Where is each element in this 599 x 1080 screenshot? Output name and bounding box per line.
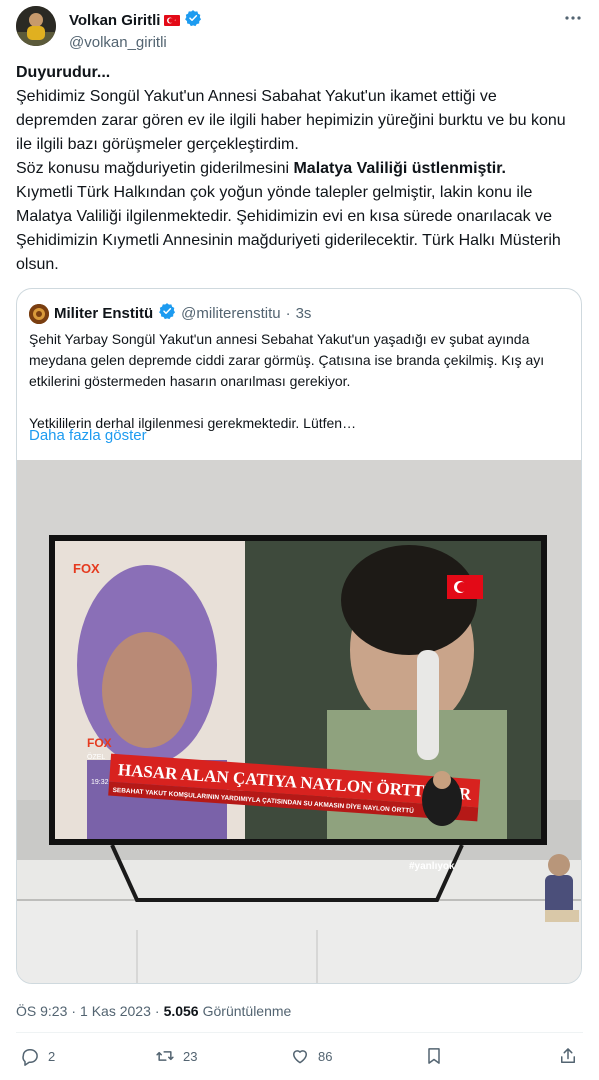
- heart-icon: [293, 1050, 307, 1064]
- separator-dot: ·: [285, 305, 291, 322]
- author-handle[interactable]: @volkan_giritli: [69, 33, 202, 53]
- reply-button[interactable]: 2: [20, 1046, 55, 1066]
- view-count: 5.056: [163, 1003, 199, 1019]
- tweet-paragraph: Şehidimiz Songül Yakut'un Annesi Sabahat…: [16, 88, 566, 153]
- tweet-time[interactable]: ÖS 9:23: [16, 1001, 67, 1021]
- like-button[interactable]: 86: [290, 1046, 332, 1066]
- reply-count: 2: [48, 1048, 56, 1064]
- quoted-paragraph: Şehit Yarbay Songül Yakut'un annesi Seba…: [29, 331, 545, 389]
- tweet-paragraph-heading: Duyurudur...: [16, 64, 111, 81]
- quoted-tweet[interactable]: Militer Enstitü @militerenstitu · 3s Şeh…: [16, 288, 582, 984]
- separator-dot: ·: [154, 1003, 160, 1019]
- like-count: 86: [318, 1048, 333, 1064]
- verified-badge-icon: [184, 9, 202, 32]
- tv-channel-logo: FOX: [73, 561, 100, 576]
- quoted-time: 3s: [295, 305, 312, 322]
- show-more-link[interactable]: Daha fazla göster: [29, 426, 147, 446]
- quoted-tweet-text: Şehit Yarbay Songül Yakut'un annesi Seba…: [29, 329, 569, 434]
- quoted-author-avatar: [29, 304, 49, 324]
- tweet-text-span: Söz konusu mağduriyetin giderilmesini: [16, 160, 294, 177]
- tweet-text-bold: Malatya Valiliği üstlenmiştir.: [293, 160, 506, 177]
- turkey-flag-icon: [164, 15, 181, 26]
- tweet-paragraph: Söz konusu mağduriyetin giderilmesini Ma…: [16, 157, 576, 181]
- retweet-count: 23: [183, 1048, 198, 1064]
- author-avatar[interactable]: [16, 6, 56, 46]
- tweet-actions: 2 23 86: [0, 1046, 599, 1074]
- bookmark-button[interactable]: [424, 1046, 444, 1066]
- quoted-tweet-header: Militer Enstitü @militerenstitu · 3s: [29, 302, 311, 326]
- verified-badge-icon: [158, 302, 176, 326]
- separator-dot: ·: [71, 1003, 77, 1019]
- retweet-button[interactable]: 23: [155, 1046, 197, 1066]
- tv-channel-logo-small: FOX: [87, 736, 112, 750]
- quoted-author-name: Militer Enstitü: [54, 305, 154, 322]
- bookmark-icon: [428, 1048, 440, 1064]
- share-icon: [561, 1048, 575, 1063]
- tv-tag: ÖZEL: [87, 753, 105, 761]
- more-options-icon[interactable]: [563, 8, 583, 28]
- author-block: Volkan Giritli @volkan_giritli: [69, 9, 202, 53]
- tweet-header: Volkan Giritli @volkan_giritli: [16, 6, 583, 51]
- tweet-date[interactable]: 1 Kas 2023: [80, 1001, 151, 1021]
- views-label: Görüntülenme: [202, 1003, 292, 1019]
- tv-clock: 19:32: [91, 779, 109, 786]
- divider: [16, 1032, 583, 1033]
- tweet-paragraph: Kıymetli Türk Halkından çok yoğun yönde …: [16, 184, 561, 273]
- tv-hashtag: #yanlıyok: [409, 861, 455, 872]
- quoted-media-image[interactable]: FOX FOX ÖZEL 19:32 HASAR ALAN ÇATIYA NAY…: [17, 460, 581, 983]
- share-button[interactable]: [558, 1046, 578, 1066]
- quoted-author-handle: @militerenstitu: [181, 305, 281, 322]
- author-name[interactable]: Volkan Giritli: [69, 12, 160, 30]
- tweet-text: Duyurudur... Şehidimiz Songül Yakut'un A…: [16, 61, 576, 277]
- reply-icon: [22, 1049, 38, 1066]
- retweet-icon: [156, 1051, 174, 1061]
- tweet-meta: ÖS 9:23 · 1 Kas 2023 · 5.056 Görüntülenm…: [16, 1001, 291, 1021]
